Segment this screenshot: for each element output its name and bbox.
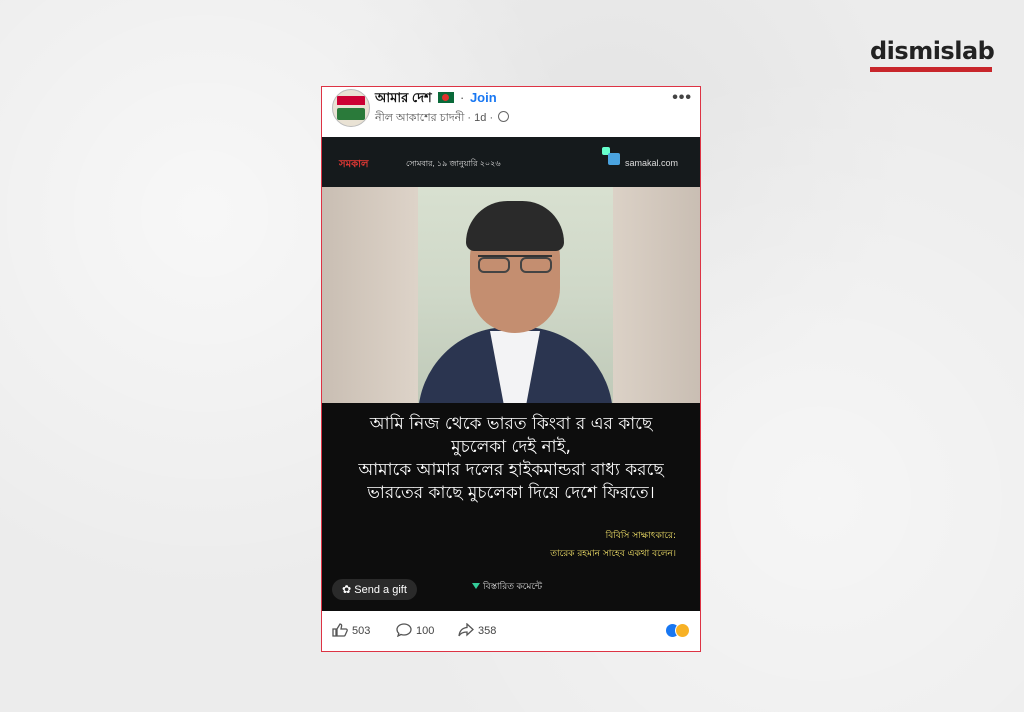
news-banner: সমকাল সোমবার, ১৯ জানুয়ারি ২০২৬ samakal.… — [322, 137, 700, 187]
post-meta: নীল আকাশের চাদনী · 1d · — [375, 109, 510, 128]
haha-reaction-icon — [675, 623, 690, 638]
quote-box: আমি নিজ থেকে ভারত কিংবা র এর কাছে মুচলেক… — [322, 403, 700, 611]
group-avatar[interactable] — [332, 89, 370, 127]
post-image[interactable]: সমকাল সোমবার, ১৯ জানুয়ারি ২০২৬ samakal.… — [322, 137, 700, 611]
facebook-post: আমার দেশ · Join নীল আকাশের চাদনী · 1d · … — [321, 86, 701, 652]
portrait-photo — [418, 187, 613, 403]
comment-icon — [396, 623, 412, 637]
web-icon — [608, 153, 620, 165]
quote-text: আমি নিজ থেকে ভারত কিংবা র এর কাছে মুচলেক… — [332, 413, 690, 505]
post-header: আমার দেশ · Join নীল আকাশের চাদনী · 1d · … — [322, 87, 700, 137]
author-name[interactable]: নীল আকাশের চাদনী — [375, 112, 464, 124]
send-gift-label: Send a gift — [354, 584, 407, 596]
credit-line: তারেক রহমান সাহেব একথা বলেন। — [550, 549, 676, 559]
reaction-summary[interactable] — [665, 623, 690, 643]
share-count: 358 — [478, 625, 497, 637]
brand-name: dismislab — [870, 37, 995, 65]
more-options-icon[interactable]: ••• — [672, 89, 692, 107]
more-comment-label: বিস্তারিত কমেন্টে — [483, 581, 543, 591]
comment-button[interactable]: 100 — [396, 623, 434, 637]
brand-logo: dismislab — [870, 37, 995, 72]
like-button[interactable]: 503 — [332, 623, 370, 637]
down-triangle-icon — [472, 583, 480, 589]
photo-background — [322, 187, 700, 403]
post-time[interactable]: 1d — [474, 112, 486, 124]
bangladesh-flag-icon — [438, 92, 455, 103]
more-in-comments: বিস্তারিত কমেন্টে — [472, 579, 542, 594]
share-icon — [458, 623, 474, 637]
brand-underline — [870, 67, 992, 72]
news-site: samakal.com — [624, 158, 678, 168]
share-button[interactable]: 358 — [458, 623, 496, 637]
gift-icon: ✿ — [342, 584, 355, 596]
quote-line: আমি নিজ থেকে ভারত কিংবা র এর কাছে — [369, 414, 653, 434]
quote-line: মুচলেকা দেই নাই, — [451, 437, 571, 457]
credit-line: বিবিসি সাক্ষাৎকারে: — [605, 531, 676, 541]
group-name[interactable]: আমার দেশ — [375, 90, 432, 105]
globe-icon — [498, 111, 510, 122]
group-name-line: আমার দেশ · Join — [375, 90, 497, 105]
news-outlet-logo: সমকাল — [339, 159, 369, 170]
send-gift-button[interactable]: ✿ Send a gift — [332, 579, 417, 600]
thumbs-up-icon — [332, 623, 348, 637]
post-actions: 503 100 358 — [322, 611, 700, 653]
news-date: সোমবার, ১৯ জানুয়ারি ২০২৬ — [406, 159, 501, 168]
quote-line: আমাকে আমার দলের হাইকমান্ডরা বাধ্য করছে — [358, 460, 664, 480]
quote-line: ভারতের কাছে মুচলেকা দিয়ে দেশে ফিরতে। — [367, 483, 655, 503]
join-button[interactable]: Join — [470, 90, 497, 105]
quote-credit: বিবিসি সাক্ষাৎকারে: তারেক রহমান সাহেব এক… — [550, 527, 676, 563]
comment-count: 100 — [416, 625, 435, 637]
like-count: 503 — [352, 625, 371, 637]
